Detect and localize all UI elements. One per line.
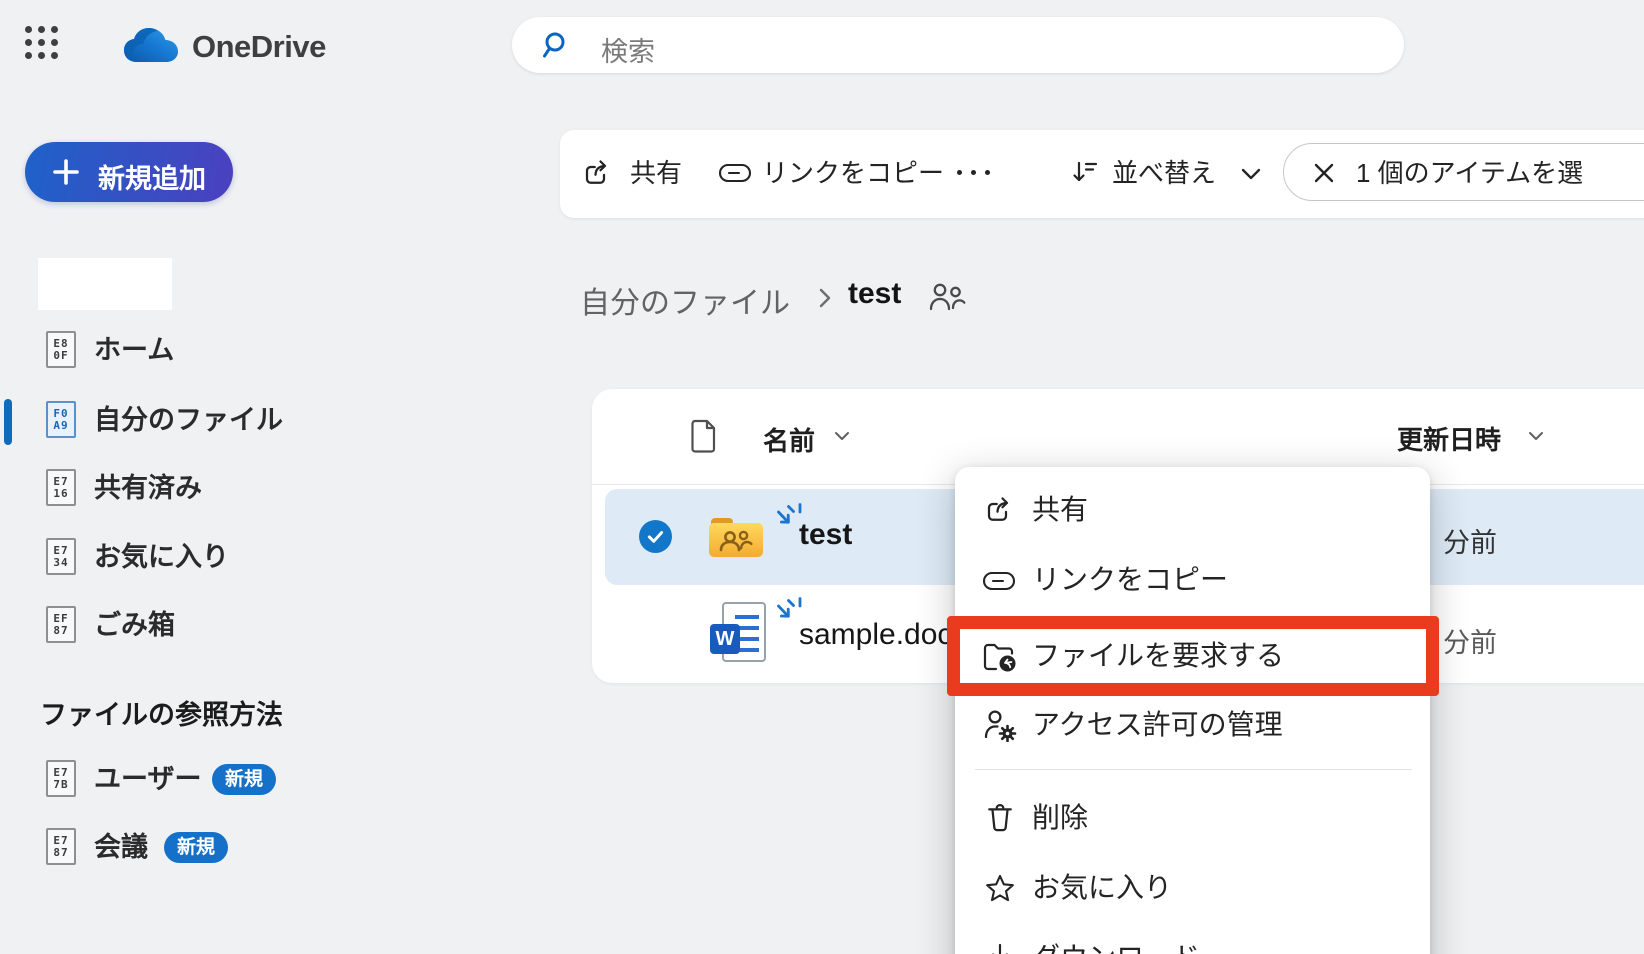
name-sort-chevron-icon[interactable] — [833, 430, 851, 442]
search-bar[interactable]: 検索 — [512, 17, 1404, 73]
sidebar-item-people[interactable]: ユーザー — [94, 759, 201, 799]
menu-item-favorite[interactable]: お気に入り — [1032, 870, 1172, 906]
plus-icon — [52, 158, 80, 186]
shared-folder-icon[interactable] — [707, 514, 765, 560]
add-new-label: 新規追加 — [98, 157, 206, 196]
active-nav-indicator — [4, 399, 12, 445]
my-files-icon: F0A9 — [46, 401, 76, 438]
file-modified-test: 分前 — [1443, 521, 1497, 560]
menu-item-manage-access[interactable]: アクセス許可の管理 — [1032, 707, 1283, 743]
menu-item-share[interactable]: 共有 — [1032, 492, 1088, 528]
shared-icon: E716 — [46, 469, 76, 506]
menu-item-copy-link[interactable]: リンクをコピー — [1032, 562, 1228, 598]
breadcrumb-parent[interactable]: 自分のファイル — [580, 278, 790, 322]
meetings-nav-icon: E787 — [46, 828, 76, 865]
people-nav-icon: E77B — [46, 760, 76, 797]
breadcrumb-current[interactable]: test — [848, 277, 901, 311]
column-header-name[interactable]: 名前 — [763, 421, 815, 458]
share-icon — [582, 158, 612, 188]
menu-separator — [975, 769, 1412, 770]
menu-favorite-icon — [984, 873, 1016, 905]
menu-delete-icon — [986, 803, 1014, 833]
onedrive-window: OneDrive 検索 新規追加 E80F ホーム F0A9 自分のファイル E… — [0, 0, 1644, 954]
sidebar-item-home[interactable]: ホーム — [94, 330, 174, 370]
copy-link-button[interactable]: リンクをコピー — [762, 157, 944, 189]
breadcrumb-chevron-icon — [816, 286, 834, 310]
meetings-new-badge: 新規 — [164, 832, 228, 863]
sort-chevron-down-icon[interactable] — [1240, 167, 1262, 181]
file-modified-sample-docx: 分前 — [1443, 621, 1497, 660]
word-file-icon[interactable]: W — [710, 602, 768, 664]
add-new-button[interactable]: 新規追加 — [25, 142, 233, 202]
word-letter-badge: W — [710, 624, 740, 654]
app-launcher-icon[interactable] — [25, 26, 58, 59]
clear-selection-icon[interactable] — [1312, 161, 1336, 185]
menu-copy-link-icon — [982, 570, 1016, 592]
menu-item-download[interactable]: ダウンロード — [1032, 940, 1200, 954]
app-title: OneDrive — [192, 29, 326, 65]
row-selected-checkbox[interactable] — [639, 520, 672, 553]
file-type-column-icon — [690, 419, 718, 453]
sidebar-item-my-files[interactable]: 自分のファイル — [94, 400, 283, 440]
onedrive-logo-icon[interactable] — [122, 26, 180, 66]
browse-files-section-header: ファイルの参照方法 — [40, 693, 283, 732]
redacted-user-label — [38, 258, 172, 310]
menu-manage-access-icon — [983, 708, 1017, 742]
menu-item-delete[interactable]: 削除 — [1032, 800, 1088, 836]
sort-button[interactable]: 並べ替え — [1112, 157, 1216, 189]
share-button[interactable]: 共有 — [630, 157, 682, 189]
sidebar-item-favorites[interactable]: お気に入り — [94, 537, 229, 577]
sidebar-item-shared[interactable]: 共有済み — [94, 468, 202, 508]
menu-download-icon — [986, 943, 1014, 954]
people-new-badge: 新規 — [212, 764, 276, 795]
sidebar-item-recycle-bin[interactable]: ごみ箱 — [94, 605, 175, 645]
check-icon — [645, 526, 666, 547]
sidebar-item-meetings[interactable]: 会議 — [94, 827, 148, 867]
column-header-modified[interactable]: 更新日時 — [1397, 420, 1501, 457]
selection-count-pill[interactable]: 1 個のアイテムを選 — [1283, 143, 1644, 201]
annotation-highlight-box — [947, 616, 1439, 696]
search-input[interactable]: 検索 — [601, 30, 655, 69]
menu-share-icon — [984, 495, 1014, 525]
file-name-test[interactable]: test — [799, 518, 852, 552]
file-name-sample-docx[interactable]: sample.docx — [799, 618, 967, 652]
search-icon — [543, 31, 571, 59]
home-icon: E80F — [46, 331, 76, 368]
modified-sort-chevron-icon[interactable] — [1527, 430, 1545, 442]
shared-people-icon — [928, 281, 966, 313]
recycle-bin-icon: EF87 — [46, 606, 76, 643]
more-commands-button[interactable] — [957, 170, 990, 175]
selection-count-label: 1 個のアイテムを選 — [1356, 157, 1583, 189]
copy-link-icon — [718, 162, 752, 184]
favorites-icon: E734 — [46, 538, 76, 575]
sort-icon — [1071, 158, 1099, 186]
